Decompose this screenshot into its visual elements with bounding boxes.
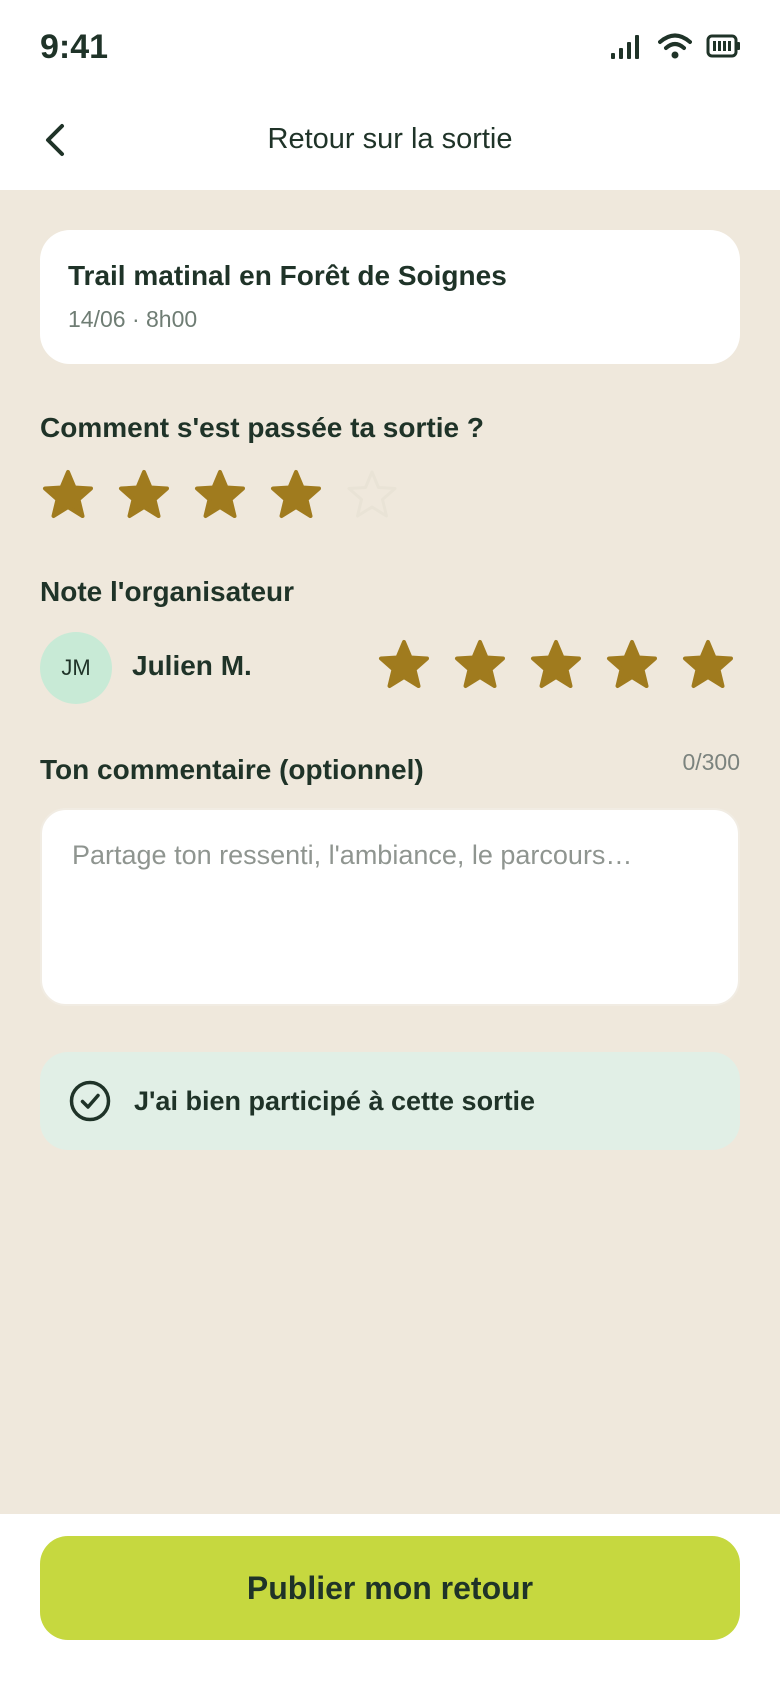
organizer-star-2-filled-icon[interactable] [452,638,508,694]
outing-star-4-filled-icon[interactable] [268,468,324,524]
wifi-icon [658,33,692,59]
organizer-star-5-filled-icon[interactable] [680,638,736,694]
avatar: JM [40,632,112,704]
organizer-star-4-filled-icon[interactable] [604,638,660,694]
comment-input[interactable]: Partage ton ressenti, l'ambiance, le par… [40,808,740,1006]
outing-rating-question: Comment s'est passée ta sortie ? [40,412,484,443]
comment-counter: 0/300 [682,749,740,775]
outing-star-1-filled-icon[interactable] [40,468,96,524]
organizer-rating-stars [376,638,736,694]
page-title: Retour sur la sortie [267,123,513,155]
check-circle-icon [69,1080,111,1122]
organizer-star-3-filled-icon[interactable] [528,638,584,694]
outing-star-2-filled-icon[interactable] [116,468,172,524]
outing-meta: 14/06 · 8h00 [68,306,198,332]
signal-icon [611,35,639,59]
organizer-name: Julien M. [132,650,252,681]
outing-card: Trail matinal en Forêt de Soignes 14/06 … [40,230,740,364]
outing-star-5-empty-icon[interactable] [344,468,400,524]
top-bar: 9:41 Retour sur la sortie [0,0,780,190]
participation-confirmation[interactable]: J'ai bien participé à cette sortie [40,1052,740,1150]
battery-icon [706,34,740,58]
status-icons [610,32,742,60]
outing-star-3-filled-icon[interactable] [192,468,248,524]
outing-title: Trail matinal en Forêt de Soignes [68,260,507,291]
publish-button[interactable]: Publier mon retour [40,1536,740,1640]
participation-label: J'ai bien participé à cette sortie [134,1085,536,1116]
comment-label: Ton commentaire (optionnel) [40,754,424,785]
organizer-rating-label: Note l'organisateur [40,576,295,607]
status-time: 9:41 [40,28,109,66]
outing-rating-stars [40,468,400,524]
organizer-star-1-filled-icon[interactable] [376,638,432,694]
